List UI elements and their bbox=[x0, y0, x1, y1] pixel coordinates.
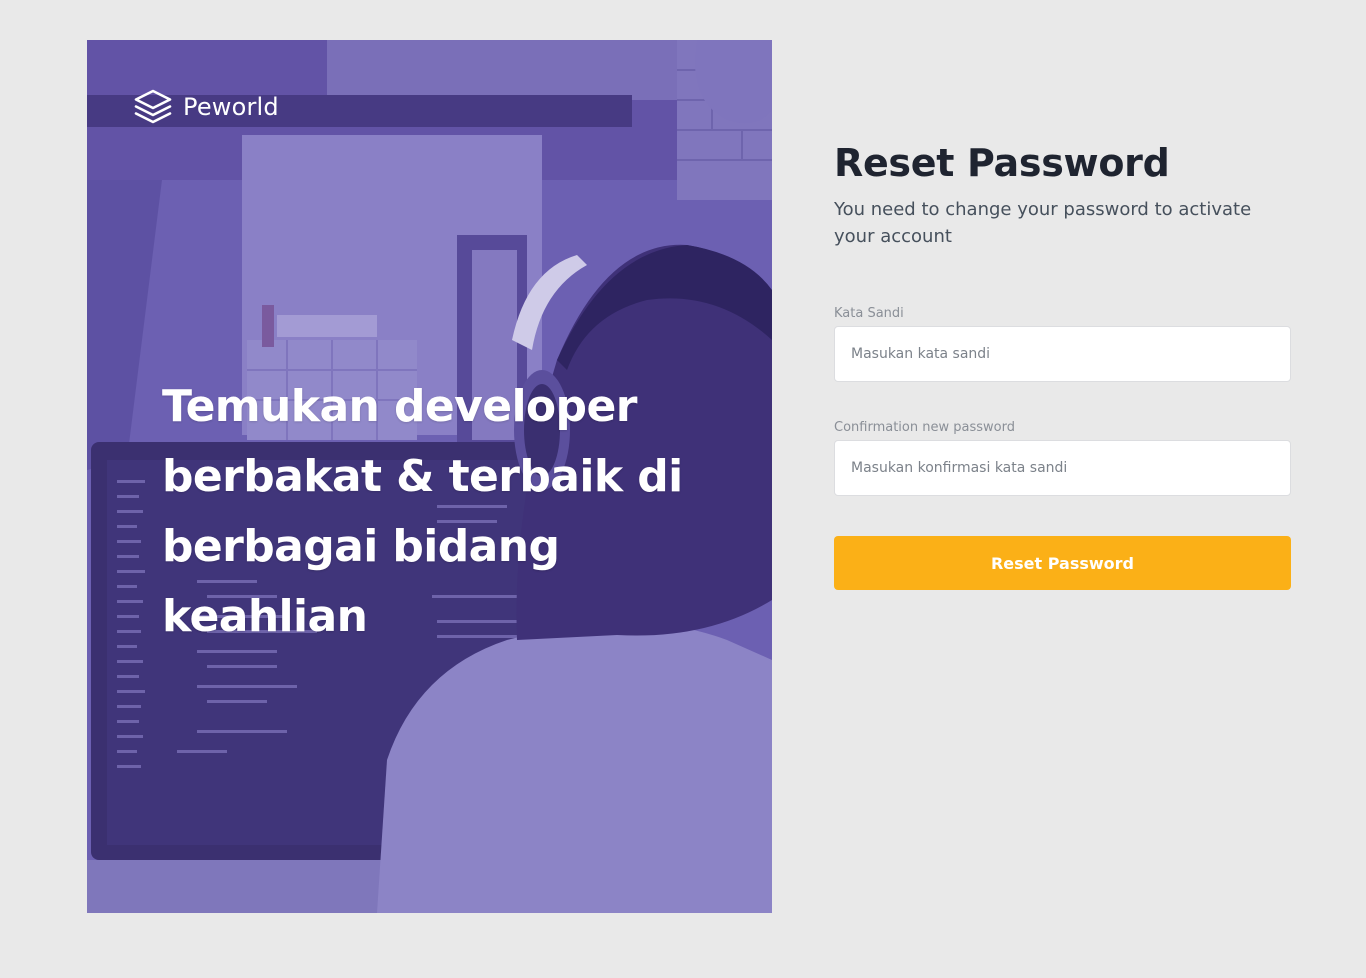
reset-password-page: Peworld Temukan developer berbakat & ter… bbox=[0, 0, 1366, 978]
layers-icon bbox=[134, 89, 172, 124]
brand-name: Peworld bbox=[183, 93, 279, 121]
page-subtitle: You need to change your password to acti… bbox=[834, 199, 1252, 247]
confirm-password-field-group: Confirmation new password bbox=[834, 420, 1291, 496]
hero-panel: Peworld Temukan developer berbakat & ter… bbox=[87, 40, 772, 913]
page-title: Reset Password bbox=[834, 141, 1170, 185]
brand-logo[interactable]: Peworld bbox=[133, 87, 279, 127]
hero-headline-line-2: berbakat & terbaik di bbox=[162, 451, 683, 502]
password-label: Kata Sandi bbox=[834, 306, 904, 321]
confirm-password-label: Confirmation new password bbox=[834, 420, 1015, 435]
hero-headline: Temukan developer berbakat & terbaik di … bbox=[162, 372, 722, 652]
confirm-password-input[interactable] bbox=[834, 440, 1291, 496]
hero-headline-line-1: Temukan developer bbox=[162, 381, 637, 432]
password-field-group: Kata Sandi bbox=[834, 306, 1291, 382]
reset-password-button[interactable]: Reset Password bbox=[834, 536, 1291, 590]
reset-password-form: Reset Password You need to change your p… bbox=[834, 138, 1291, 590]
password-input[interactable] bbox=[834, 326, 1291, 382]
hero-headline-line-3: berbagai bidang keahlian bbox=[162, 521, 560, 642]
